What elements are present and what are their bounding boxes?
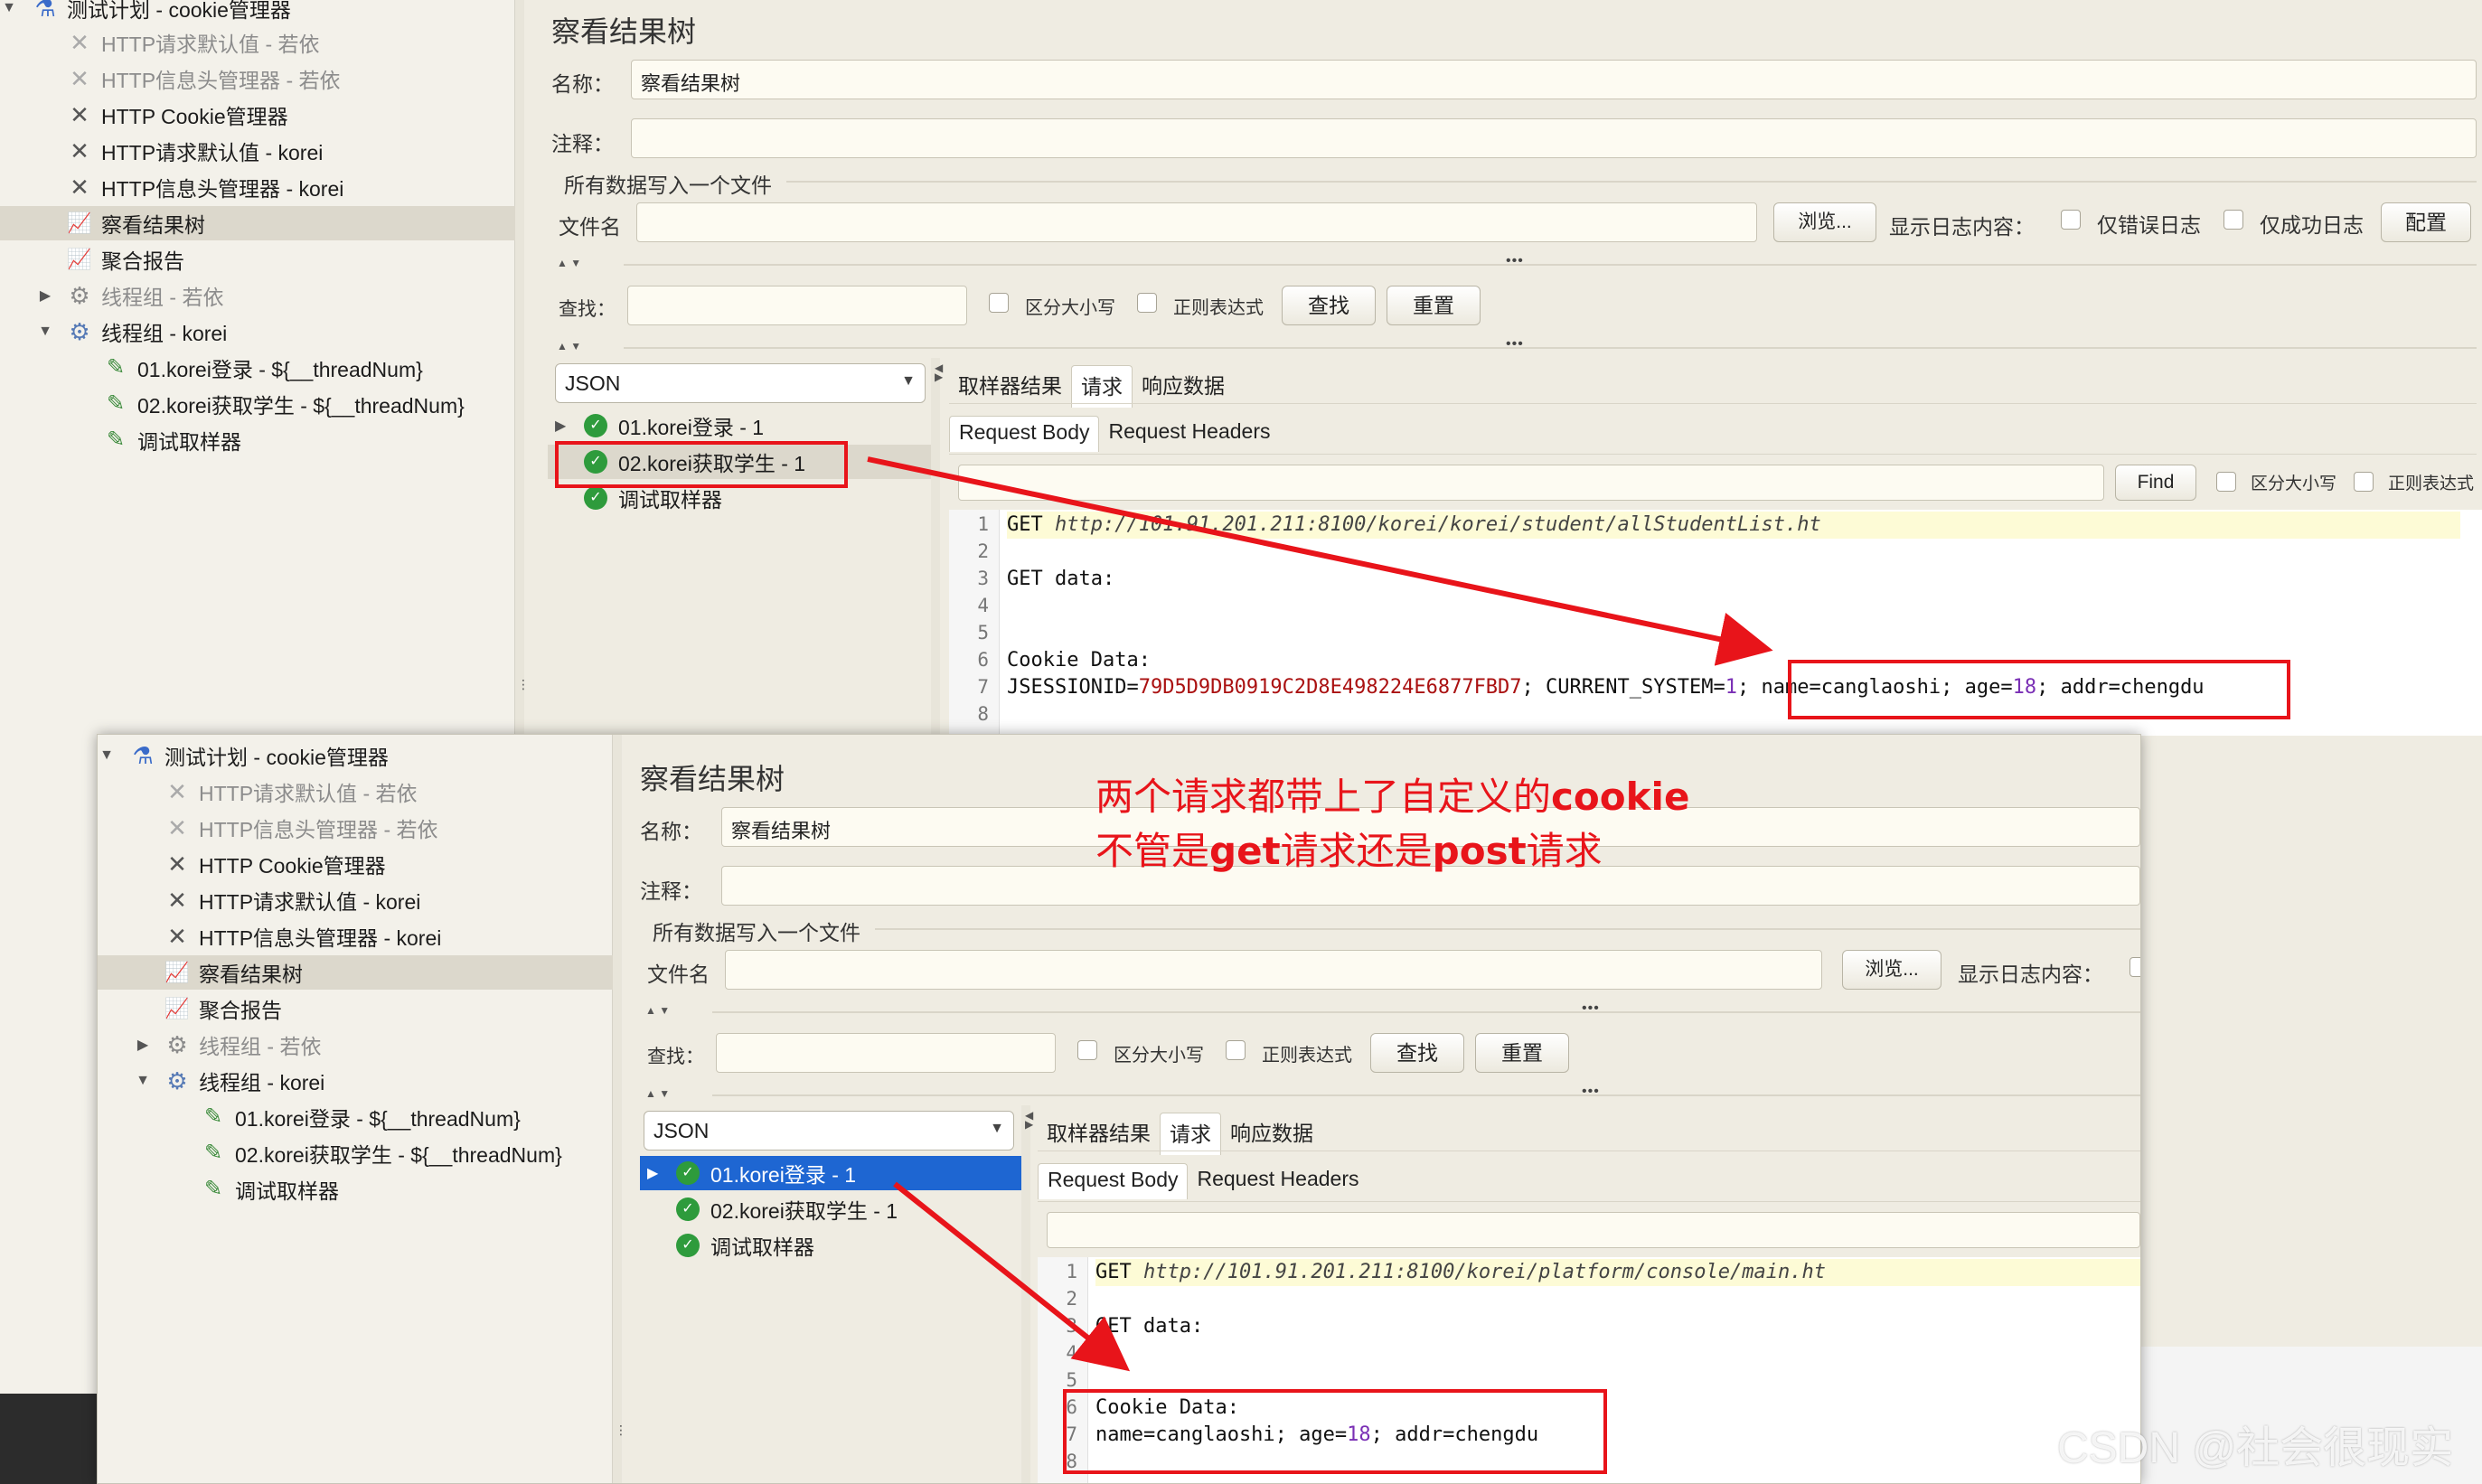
arrow-bottom [893,1181,1131,1372]
watermark: CSDN @社会很现实 [2057,1424,2454,1472]
arrow-top [867,456,1773,666]
annotation-arrows [867,456,1773,1372]
